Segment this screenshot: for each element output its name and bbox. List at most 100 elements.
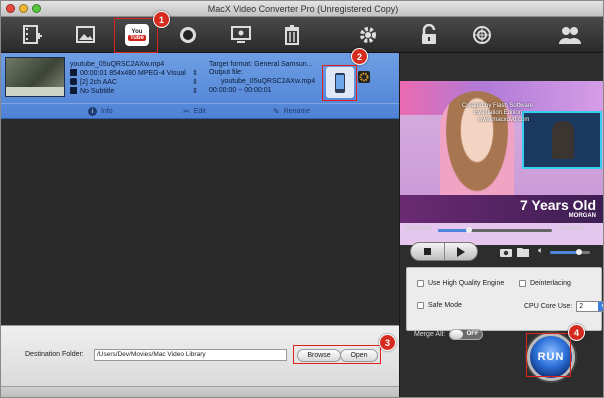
callout-1: 1 [153, 11, 170, 28]
progress-handle[interactable] [466, 227, 472, 233]
fullscreen-icon[interactable]: ⤢ [594, 224, 600, 234]
stop-play-group [410, 242, 478, 261]
volume-icon: 🔈︎ [538, 245, 544, 255]
stop-icon [423, 248, 431, 255]
info-label: Info [101, 108, 113, 115]
snapshot-button[interactable] [500, 247, 512, 259]
caption-subtitle: MORGAN [568, 213, 596, 219]
destination-path-field[interactable]: /Users/Dev/Movies/Mac Video Library [94, 349, 287, 361]
video-track-dropdown[interactable]: ⇕ [192, 69, 198, 77]
toggle-state: OFF [466, 331, 479, 337]
play-icon [456, 246, 465, 257]
title-bar: MacX Video Converter Pro (Unregistered C… [1, 1, 603, 17]
deinterlacing-option[interactable]: Deinterlacing [519, 280, 571, 287]
high-quality-option[interactable]: Use High Quality Engine [417, 280, 504, 287]
conversion-options: Use High Quality Engine Deinterlacing Sa… [406, 267, 603, 331]
users-icon [559, 27, 581, 44]
timeline: 00:00:00 00:00:00 ⤢ [400, 223, 603, 237]
folder-buttons-highlight [293, 345, 381, 364]
window-title: MacX Video Converter Pro (Unregistered C… [207, 4, 399, 14]
current-time: 00:00:00 [404, 226, 432, 233]
add-photo-icon [76, 26, 95, 43]
name-caption: 7 Years Old MORGAN [400, 195, 603, 223]
edit-label: Edit [193, 108, 206, 115]
subtitle-dropdown[interactable]: ⇕ [192, 87, 198, 95]
subtitle-icon [70, 87, 77, 94]
check-update-button[interactable] [467, 20, 497, 50]
cpu-core-label: CPU Core Use: [524, 303, 573, 310]
output-file-name: youtube_05uQRSC2AXw.mp4 [221, 78, 316, 85]
open-folder-button[interactable] [517, 247, 529, 259]
cpu-core-value: 2 [579, 303, 584, 310]
screen-record-button[interactable] [226, 20, 256, 50]
trash-icon [285, 25, 299, 45]
cpu-core-select[interactable]: 2 ▾ [576, 301, 603, 312]
add-photo-button[interactable] [71, 20, 101, 50]
safe-mode-label: Safe Mode [428, 302, 462, 309]
subtitle-text: No Subtitle [80, 88, 115, 95]
time-range: 00:00:00 ~ 00:00:01 [209, 87, 272, 94]
audio-track-dropdown[interactable]: ⇕ [192, 78, 198, 86]
volume-handle[interactable] [576, 249, 582, 255]
format-settings-button[interactable] [358, 71, 370, 83]
add-video-icon [23, 25, 42, 44]
progress-slider[interactable] [438, 227, 552, 233]
safe-mode-checkbox[interactable] [417, 302, 424, 309]
high-quality-label: Use High Quality Engine [428, 280, 505, 287]
merge-all-toggle[interactable]: OFF [449, 329, 484, 340]
run-highlight [526, 333, 571, 377]
info-icon: i [88, 107, 97, 116]
cpu-core-option: CPU Core Use: 2 ▾ [524, 301, 603, 312]
merge-all-label: Merge All: [414, 331, 446, 338]
safe-mode-option[interactable]: Safe Mode [417, 302, 462, 309]
info-button[interactable]: i Info [88, 107, 113, 116]
play-button[interactable] [445, 243, 478, 260]
target-format: Target format: General Samsun... [209, 61, 313, 68]
video-thumbnail [5, 57, 65, 97]
target-format-highlight [322, 65, 357, 101]
callout-3: 3 [379, 334, 396, 351]
audio-info-text: [2] 2ch AAC [80, 79, 117, 86]
watermark-line-3: www.macxdvd.com [478, 117, 530, 123]
record-button[interactable] [173, 20, 203, 50]
callout-2: 2 [351, 48, 368, 65]
watermark-line-2: Evaluation Edition [474, 110, 523, 116]
inset-video [522, 111, 602, 169]
volume-slider[interactable] [550, 249, 590, 255]
deinterlacing-checkbox[interactable] [519, 280, 526, 287]
record-icon [180, 27, 196, 43]
folder-icon [517, 248, 529, 257]
scissors-icon: ✂ [183, 107, 190, 116]
users-button[interactable] [555, 20, 585, 50]
add-video-button[interactable] [17, 20, 47, 50]
watermark-line-1: Created by Flash Software [462, 103, 534, 109]
audio-info: [2] 2ch AAC [70, 78, 117, 86]
rename-label: Rename [283, 108, 311, 115]
caption-title: 7 Years Old [519, 197, 596, 213]
speaker-icon [70, 78, 77, 85]
toggle-knob [450, 330, 464, 339]
select-arrow-icon: ▾ [598, 302, 603, 311]
edit-button[interactable]: ✂ Edit [183, 107, 206, 116]
video-info-text: 00:00:01 854x480 MPEG-4 Visual [80, 70, 186, 77]
settings-button[interactable] [353, 20, 383, 50]
pencil-icon: ✎ [273, 107, 280, 116]
playback-controls: 🔈︎ [400, 239, 603, 265]
rename-button[interactable]: ✎ Rename [273, 107, 310, 116]
delete-button[interactable] [277, 20, 307, 50]
settings-icon [360, 27, 376, 43]
subtitle-info: No Subtitle [70, 87, 114, 95]
total-time: 00:00:00 [558, 226, 586, 233]
stop-button[interactable] [411, 243, 445, 260]
video-preview: Created by Flash Software Evaluation Edi… [400, 81, 603, 245]
destination-path: /Users/Dev/Movies/Mac Video Library [97, 351, 206, 358]
merge-all-option: Merge All: OFF [414, 329, 484, 340]
watermark-text: Created by Flash Software Evaluation Edi… [462, 103, 533, 124]
register-button[interactable] [414, 20, 444, 50]
high-quality-checkbox[interactable] [417, 280, 424, 287]
update-icon [473, 26, 491, 44]
gear-icon [358, 71, 370, 83]
camera-icon [500, 249, 512, 257]
screen-record-icon [231, 26, 251, 43]
output-label: Output file: [209, 69, 243, 76]
